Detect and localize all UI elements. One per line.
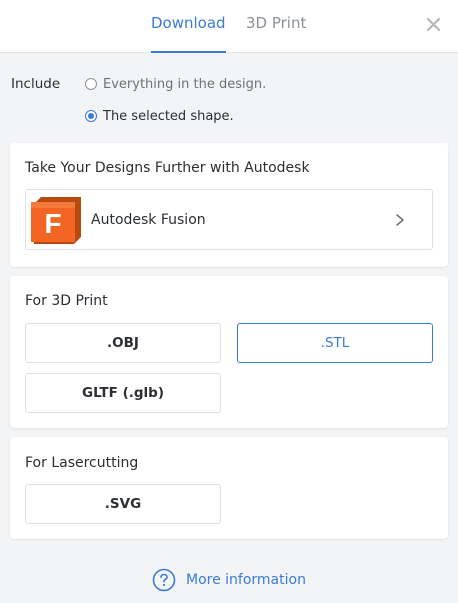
print-card-title: For 3D Print: [25, 293, 108, 309]
stl-button[interactable]: .STL: [237, 323, 433, 363]
radio-label-selected-shape: The selected shape.: [103, 108, 234, 124]
tab-3d-print[interactable]: 3D Print: [246, 14, 308, 53]
obj-button[interactable]: .OBJ: [25, 323, 221, 363]
chevron-right-icon: [396, 214, 404, 226]
autodesk-fusion-link[interactable]: F Autodesk Fusion: [25, 189, 433, 250]
dialog-header: Download 3D Print: [0, 0, 458, 53]
autodesk-card: Take Your Designs Further with Autodesk …: [10, 143, 448, 267]
autodesk-fusion-label: Autodesk Fusion: [91, 212, 206, 228]
laser-card: For Lasercutting .SVG: [10, 437, 448, 539]
radio-selected-shape[interactable]: The selected shape.: [85, 107, 234, 125]
radio-button-unchecked[interactable]: [85, 78, 97, 90]
more-information-label: More information: [186, 572, 306, 588]
fusion-logo-letter: F: [44, 208, 61, 239]
radio-label-everything: Everything in the design.: [103, 76, 267, 92]
include-label: Include: [11, 76, 61, 92]
question-circle-icon: [152, 568, 176, 592]
autodesk-fusion-logo-icon: F: [31, 197, 81, 244]
tab-download[interactable]: Download: [151, 14, 226, 53]
svg-button[interactable]: .SVG: [25, 484, 221, 524]
autodesk-card-title: Take Your Designs Further with Autodesk: [25, 160, 310, 176]
radio-everything[interactable]: Everything in the design.: [85, 75, 266, 93]
print-card: For 3D Print .OBJ .STL GLTF (.glb): [10, 276, 448, 428]
more-information-link[interactable]: More information: [152, 568, 306, 592]
gltf-button[interactable]: GLTF (.glb): [25, 373, 221, 413]
laser-card-title: For Lasercutting: [25, 455, 139, 471]
close-icon: [426, 17, 441, 32]
radio-button-checked[interactable]: [85, 110, 97, 122]
close-button[interactable]: [425, 16, 442, 33]
